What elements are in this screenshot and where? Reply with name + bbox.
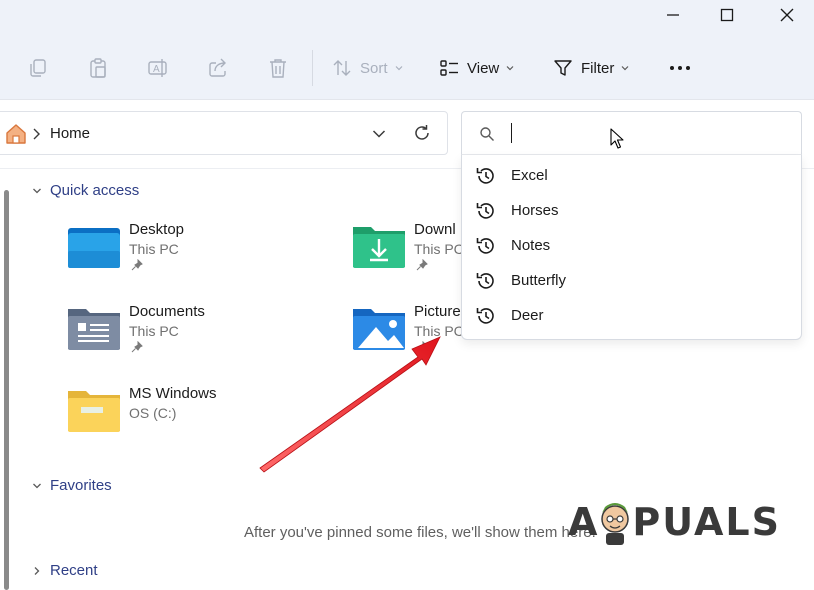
sort-button[interactable]: Sort <box>332 54 404 82</box>
copy-button[interactable] <box>25 55 51 81</box>
view-button[interactable]: View <box>439 54 515 82</box>
share-icon <box>209 58 226 77</box>
more-options-button[interactable] <box>667 55 693 81</box>
close-icon <box>780 8 794 22</box>
chevron-down-icon <box>33 188 41 193</box>
tile-location: This PC <box>129 323 179 339</box>
chevron-down-icon <box>621 66 629 71</box>
chevron-down-icon <box>33 483 41 488</box>
close-button[interactable] <box>764 0 810 30</box>
title-bar <box>0 0 814 36</box>
view-icon <box>440 60 458 76</box>
suggestion-item[interactable]: Horses <box>462 193 801 228</box>
paste-icon <box>90 58 106 78</box>
logo-letter-a: A <box>568 500 599 544</box>
paste-button[interactable] <box>85 55 111 81</box>
tile-name: Documents <box>129 303 205 320</box>
mouse-cursor-icon <box>610 128 624 149</box>
minimize-button[interactable] <box>650 0 696 30</box>
pin-icon <box>416 259 428 271</box>
rename-icon: A <box>148 59 167 77</box>
toolbar-separator <box>312 50 313 86</box>
tile-name: Picture <box>414 303 461 320</box>
suggestion-item[interactable]: Notes <box>462 228 801 263</box>
search-box[interactable] <box>461 111 802 155</box>
refresh-icon[interactable] <box>412 123 432 143</box>
suggestion-item[interactable]: Butterfly <box>462 263 801 298</box>
tile-name: Downl <box>414 221 456 238</box>
view-label: View <box>467 59 500 77</box>
search-input[interactable] <box>508 121 778 147</box>
history-icon <box>476 168 494 184</box>
filter-button[interactable]: Filter <box>553 54 630 82</box>
more-icon <box>670 66 690 70</box>
text-caret <box>511 123 512 143</box>
home-icon <box>6 124 26 144</box>
pin-icon <box>131 259 143 271</box>
maximize-button[interactable] <box>704 0 750 30</box>
search-icon <box>480 127 494 141</box>
delete-button[interactable] <box>265 55 291 81</box>
minimize-icon <box>667 14 679 16</box>
suggestion-item[interactable]: Excel <box>462 158 801 193</box>
sort-icon <box>333 60 351 76</box>
command-bar: A Sort View Filter <box>0 36 814 100</box>
suggestion-label: Notes <box>511 237 551 254</box>
delete-icon <box>270 59 286 78</box>
recent-title: Recent <box>50 562 98 579</box>
appuals-logo: A PUALS <box>568 494 781 550</box>
desktop-folder-icon <box>68 228 120 268</box>
favorites-title: Favorites <box>50 477 112 494</box>
sort-label: Sort <box>360 59 388 77</box>
suggestion-label: Deer <box>511 307 544 324</box>
history-icon <box>476 308 494 324</box>
address-location[interactable]: Home <box>50 125 90 142</box>
tile-name: Desktop <box>129 221 185 238</box>
tile-location: This PC <box>129 241 179 257</box>
history-icon <box>476 203 494 219</box>
tile-location: OS (C:) <box>129 405 177 421</box>
filter-label: Filter <box>581 59 615 77</box>
history-icon <box>476 238 494 254</box>
quick-access-header[interactable]: Quick access <box>32 182 139 199</box>
address-bar[interactable]: Home <box>0 111 448 155</box>
annotation-arrow-icon <box>259 336 441 473</box>
chevron-down-icon[interactable] <box>372 127 386 141</box>
share-button[interactable] <box>205 55 231 81</box>
tile-location: This PC <box>414 241 464 257</box>
maximize-icon <box>720 8 734 22</box>
logo-letters-puals: PUALS <box>632 500 781 544</box>
history-icon <box>476 273 494 289</box>
svg-text:A: A <box>153 64 160 75</box>
chevron-right-icon <box>34 566 40 575</box>
suggestion-label: Excel <box>511 167 548 184</box>
search-suggestions: Excel Horses Notes Butterfly Deer <box>461 155 802 340</box>
favorites-header[interactable]: Favorites <box>32 477 112 494</box>
chevron-down-icon <box>395 66 402 71</box>
vertical-scrollbar[interactable] <box>4 190 9 590</box>
chevron-right-icon <box>33 128 40 140</box>
tile-name: MS Windows <box>129 385 217 402</box>
mascot-logo-icon <box>601 503 630 545</box>
suggestion-item[interactable]: Deer <box>462 298 801 333</box>
suggestion-label: Butterfly <box>511 272 567 289</box>
favorites-empty-message: After you've pinned some files, we'll sh… <box>244 524 596 541</box>
pin-icon <box>131 341 143 353</box>
filter-icon <box>554 60 572 76</box>
recent-header[interactable]: Recent <box>32 562 98 579</box>
quick-access-title: Quick access <box>50 182 140 199</box>
chevron-down-icon <box>506 66 514 71</box>
rename-button[interactable]: A <box>145 55 171 81</box>
documents-folder-icon <box>68 309 120 350</box>
folder-tile-desktop[interactable]: Desktop This PC <box>67 221 327 291</box>
folder-icon <box>68 391 120 432</box>
downloads-folder-icon <box>353 227 405 268</box>
suggestion-label: Horses <box>511 202 559 219</box>
copy-icon <box>30 59 46 77</box>
